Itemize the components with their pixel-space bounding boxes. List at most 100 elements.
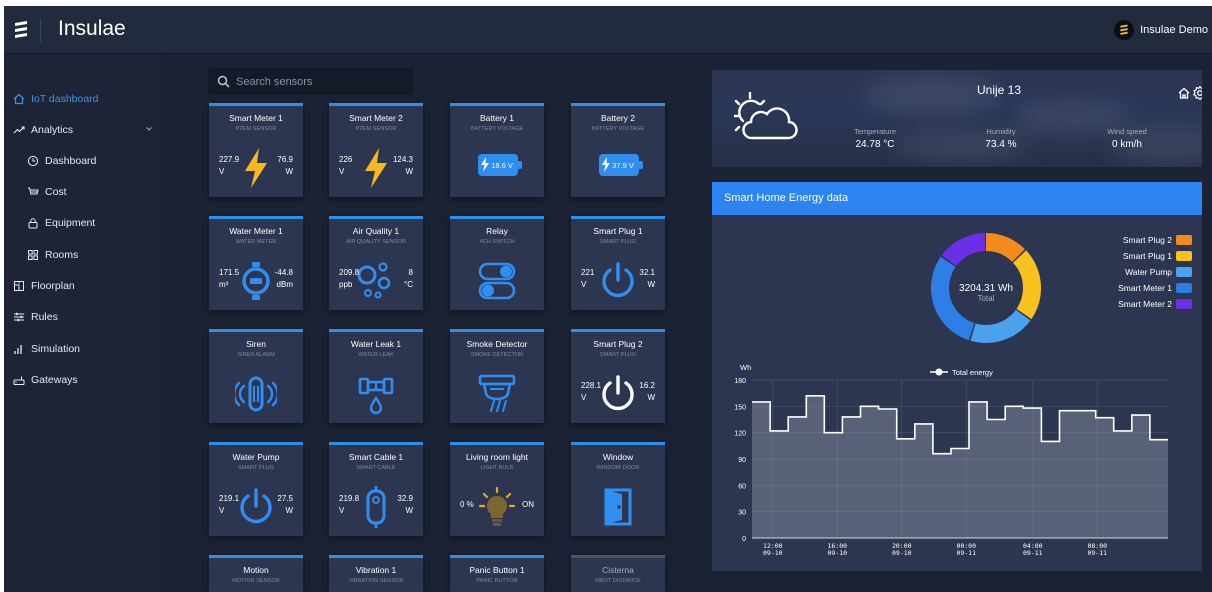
chevron-down-icon[interactable] — [144, 124, 154, 134]
sensor-card[interactable]: Water Leak 1 WATER LEAK — [329, 329, 423, 423]
sensor-card[interactable]: Window WINDOW DOOR — [571, 442, 665, 536]
legend-item[interactable]: Water Pump — [1125, 266, 1192, 278]
bubbles-icon — [356, 261, 396, 306]
x-tick-label: 09-10 — [827, 549, 847, 557]
battery-icon: 37.9 V — [599, 154, 643, 176]
sensor-reading: W — [647, 280, 655, 289]
sidebar-item-floorplan[interactable]: Floorplan — [4, 273, 162, 299]
sensor-card[interactable]: Smart Cable 1 SMART CABLE 219.8 V 32.9 W — [329, 442, 423, 536]
sidebar-item-rules[interactable]: Rules — [4, 304, 162, 330]
sidebar-item-label: IoT dashboard — [31, 93, 99, 105]
sensor-reading: V — [581, 393, 587, 402]
sidebar-item-rooms[interactable]: Rooms — [4, 242, 162, 268]
sensor-subtitle: MOTION SENSOR — [232, 578, 280, 584]
sensor-card[interactable]: Battery 2 BATTERY VOLTAGE 37.9 V — [571, 103, 665, 197]
sensor-title: Smart Meter 1 — [229, 113, 283, 123]
sensor-reading: 8 — [408, 268, 413, 277]
sidebar-item-equipment[interactable]: Equipment — [4, 210, 162, 236]
sensor-card[interactable]: Smoke Detector SMOKE DETECTOR — [450, 329, 544, 423]
sensor-reading: 171.5 — [219, 268, 240, 277]
sensor-reading: 228.1 — [581, 381, 602, 390]
y-tick-label: 120 — [734, 431, 746, 438]
sensor-reading: °C — [404, 280, 413, 289]
sensor-card[interactable]: Smart Meter 1 PZEM SENSOR 227.9 V 76.9 W — [209, 103, 303, 197]
sidebar: IoT dashboard Analytics Dashboard Cost E… — [4, 54, 162, 592]
sensor-title: Siren — [246, 339, 266, 349]
sensor-card[interactable]: Relay 4CH SWITCH — [450, 216, 544, 310]
home-icon[interactable] — [1177, 86, 1191, 100]
sensor-card[interactable]: Panic Button 1 PANIC BUTTON — [450, 555, 544, 592]
light-bulb-icon — [477, 486, 517, 533]
sensor-subtitle: SMOKE DETECTOR — [470, 352, 524, 358]
y-tick-label: 60 — [738, 483, 746, 490]
insulae-logo-icon[interactable] — [14, 20, 28, 40]
water-leak-icon — [358, 373, 394, 420]
legend-item[interactable]: Smart Meter 2 — [1118, 298, 1192, 310]
sensor-subtitle: PZEM SENSOR — [355, 126, 397, 132]
wind-label: Wind speed — [1107, 127, 1147, 136]
sensor-card[interactable]: Siren SIREN ALARM — [209, 329, 303, 423]
sensor-card[interactable]: Battery 1 BATTERY VOLTAGE 18.6 V — [450, 103, 544, 197]
sensor-card[interactable]: Water Pump SMART PLUG 219.1 V 27.5 W — [209, 442, 303, 536]
sidebar-item-simulation[interactable]: Simulation — [4, 336, 162, 362]
sidebar-item-dashboard[interactable]: Dashboard — [4, 148, 162, 174]
sidebar-item-gateways[interactable]: Gateways — [4, 367, 162, 393]
sensor-reading: W — [285, 506, 293, 515]
sensor-title: Smoke Detector — [466, 339, 528, 349]
sidebar-item-label: Dashboard — [45, 155, 97, 167]
user-avatar[interactable] — [1114, 20, 1135, 40]
sensor-subtitle: MBoT DISTANCE — [595, 578, 641, 584]
weather-humidity: Humidity 73.4 % — [956, 127, 1046, 150]
y-tick-label: 0 — [742, 536, 746, 543]
sidebar-item-label: Simulation — [31, 343, 81, 355]
sensor-title: Battery 1 — [479, 113, 515, 123]
legend-item[interactable]: Smart Plug 2 — [1123, 234, 1192, 246]
sensor-card[interactable]: Living room light LIGHT BULB 0 % ON — [450, 442, 544, 536]
y-tick-label: 90 — [738, 457, 746, 464]
sensor-card[interactable]: Smart Plug 2 SMART PLUG 228.1 V 16.2 W — [571, 329, 665, 423]
energy-area-chart: Wh Total energy 0 30 60 90 120 150 180 12:00 09-10… — [712, 360, 1202, 571]
sensor-reading: V — [219, 167, 225, 176]
sensor-title: Smart Cable 1 — [348, 452, 404, 462]
water-meter-icon — [241, 261, 271, 306]
y-axis-unit: Wh — [740, 363, 751, 372]
gear-icon[interactable] — [1192, 85, 1202, 101]
legend-item[interactable]: Smart Meter 1 — [1118, 282, 1192, 294]
lock-icon — [26, 216, 40, 230]
legend-label[interactable]: Total energy — [952, 368, 993, 377]
sidebar-item-label: Analytics — [31, 124, 74, 136]
sensor-title: Living room light — [466, 452, 528, 462]
user-menu[interactable]: Insulae Demo — [1114, 18, 1208, 42]
sidebar-item-cost[interactable]: Cost — [4, 179, 162, 205]
sensor-card[interactable]: Water Meter 1 WATER METER 171.5 m³ -44.8 dBm — [209, 216, 303, 310]
sensor-reading: W — [405, 506, 413, 515]
sensor-title: Water Meter 1 — [229, 226, 283, 236]
sensor-subtitle: VIBRATION SENSOR — [348, 578, 404, 584]
sensor-card[interactable]: Motion MOTION SENSOR — [209, 555, 303, 592]
legend-label: Smart Meter 1 — [1118, 283, 1172, 293]
search-input[interactable] — [236, 72, 406, 91]
sensor-subtitle: SMART CABLE — [356, 465, 396, 471]
user-name[interactable]: Insulae Demo — [1140, 24, 1208, 36]
search-icon — [217, 75, 230, 88]
sensor-card[interactable]: Vibration 1 VIBRATION SENSOR — [329, 555, 423, 592]
sensor-subtitle: SMART PLUG — [599, 239, 637, 245]
grid-icon — [26, 248, 40, 262]
relay-toggle-icon — [477, 261, 517, 306]
power-icon — [237, 488, 275, 531]
legend-item[interactable]: Smart Plug 1 — [1123, 250, 1192, 262]
weather-temperature: Temperature 24.78 °C — [830, 127, 920, 150]
sensor-card[interactable]: Air Quality 1 AIR QUALITY SENSOR 209.8 ppb 8… — [329, 216, 423, 310]
sensor-card[interactable]: Smart Plug 1 SMART PLUG 221 V 32.1 W — [571, 216, 665, 310]
sensor-card[interactable]: Smart Meter 2 PZEM SENSOR 226 V 124.3 W — [329, 103, 423, 197]
sensor-subtitle: AIR QUALITY SENSOR — [346, 239, 406, 245]
sidebar-item-analytics[interactable]: Analytics — [4, 117, 162, 143]
search-box[interactable] — [208, 68, 414, 95]
sensor-reading: ppb — [339, 280, 353, 289]
sensor-card[interactable]: Cisterna MBoT DISTANCE — [571, 555, 665, 592]
power-icon — [599, 375, 637, 418]
sidebar-item-iot-dashboard[interactable]: IoT dashboard — [4, 86, 162, 112]
legend-swatch — [1176, 235, 1192, 245]
sensor-reading: -44.8 — [274, 268, 293, 277]
lightning-icon — [363, 147, 389, 194]
